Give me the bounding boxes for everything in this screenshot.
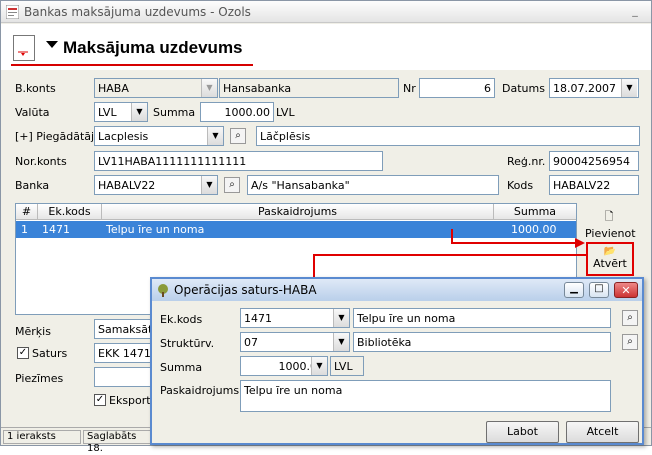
annotation-line (313, 254, 587, 256)
bkonts-label: B.konts (15, 82, 56, 95)
valuta-dropdown-icon[interactable]: ▼ (131, 103, 147, 121)
banka-field[interactable]: HABALV22 (94, 175, 218, 195)
kods-field[interactable]: HABALV22 (549, 175, 639, 195)
dlg-summa-dropdown-icon[interactable]: ▼ (311, 357, 327, 375)
bank-name-field: Hansabanka (219, 78, 399, 98)
piegadatajs-field[interactable]: Lacplesis (94, 126, 224, 146)
banka-dropdown-icon[interactable]: ▼ (201, 176, 217, 194)
regnr-label: Reģ.nr. (507, 155, 546, 168)
bkonts-field[interactable]: HABA (94, 78, 218, 98)
piegadatajs-name-field[interactable]: Lāčplēsis (256, 126, 640, 146)
saturs-label: Saturs (32, 347, 68, 360)
search-icon[interactable]: ⌕ (224, 177, 240, 193)
piezimes-label: Piezīmes (15, 372, 64, 385)
document-icon[interactable] (13, 35, 35, 61)
banka-name-field[interactable]: A/s "Hansabanka" (247, 175, 499, 195)
operation-dialog: Operācijas saturs-HABA ▁ □ ✕ Ek.kods 147… (150, 277, 644, 445)
labot-button[interactable]: Labot (486, 421, 559, 443)
save-status: Saglabāts 18. (83, 430, 153, 454)
dlg-ekkods-name-field[interactable]: Telpu īre un noma (353, 308, 611, 328)
piegadatajs-label[interactable]: [+] Piegādātājs (15, 130, 100, 143)
new-document-icon: 🗋 (604, 210, 614, 223)
dlg-struktur-name-field[interactable]: Bibliotēka (353, 332, 611, 352)
eksport-checkbox[interactable]: ✓ (94, 394, 106, 406)
kods-label: Kods (507, 179, 534, 192)
app-icon (6, 5, 19, 19)
title-underline (11, 64, 253, 66)
merkis-field[interactable]: Samaksāts (94, 319, 154, 339)
dlg-summa-currency: LVL (330, 356, 364, 376)
open-folder-icon: 📂 (603, 246, 617, 257)
pievienot-label: Pievienot (585, 227, 636, 240)
dialog-title-bar: Operācijas saturs-HABA ▁ □ ✕ (152, 279, 642, 301)
dlg-ekkods-dropdown-icon[interactable]: ▼ (333, 309, 349, 327)
datums-label: Datums (502, 82, 545, 95)
merkis-label: Mērķis (15, 325, 51, 338)
window-title: Bankas maksājuma uzdevums - Ozols (24, 5, 251, 19)
summa-currency: LVL (276, 106, 295, 119)
search-icon[interactable]: ⌕ (230, 128, 246, 144)
norkonts-field[interactable]: LV11HABA1111111111111 (94, 151, 383, 171)
row-ekkods: 1471 (42, 223, 70, 236)
dlg-paskaidrojums-label: Paskaidrojums (160, 384, 240, 397)
search-icon[interactable]: ⌕ (622, 334, 638, 350)
page-title: Maksājuma uzdevums (63, 38, 243, 57)
nr-field[interactable]: 6 (419, 78, 495, 98)
dialog-title: Operācijas saturs-HABA (174, 283, 317, 297)
annotation-line (451, 229, 453, 243)
search-icon[interactable]: ⌕ (622, 310, 638, 326)
piegadatajs-dropdown-icon[interactable]: ▼ (207, 127, 223, 145)
close-icon[interactable]: ✕ (614, 282, 638, 298)
dlg-summa-label: Summa (160, 361, 203, 374)
norkonts-label: Nor.konts (15, 155, 67, 168)
nr-label: Nr (403, 82, 416, 95)
banka-label: Banka (15, 179, 50, 192)
saturs-field[interactable]: EKK 1471 (94, 343, 154, 363)
table-row[interactable]: 1 1471 Telpu īre un noma 1000.00 (16, 221, 576, 238)
column-header[interactable]: Summa (494, 204, 576, 220)
bkonts-dropdown-icon[interactable]: ▼ (201, 79, 217, 97)
dlg-struktur-label: Struktūrv. (160, 337, 215, 350)
atcelt-button[interactable]: Atcelt (566, 421, 639, 443)
column-header[interactable]: Ek.kods (38, 204, 102, 220)
title-bar: Bankas maksājuma uzdevums - Ozols _ (1, 1, 651, 23)
valuta-label: Valūta (15, 106, 50, 119)
annotation-arrow-icon (575, 238, 585, 248)
atvert-button[interactable]: 📂 Atvērt (586, 242, 634, 276)
row-summa: 1000.00 (511, 223, 557, 236)
column-header[interactable]: # (16, 204, 38, 220)
piezimes-field[interactable] (94, 367, 154, 387)
saturs-checkbox[interactable]: ✓ (17, 347, 29, 359)
tree-icon (158, 284, 168, 297)
pievienot-button[interactable]: 🗋 Pievienot (585, 208, 636, 240)
record-count: 1 ieraksts (3, 430, 81, 444)
atvert-label: Atvērt (593, 257, 627, 270)
column-header[interactable]: Paskaidrojums (102, 204, 494, 220)
summa-field[interactable]: 1000.00 (200, 102, 274, 122)
row-paskaidrojums: Telpu īre un noma (106, 223, 205, 236)
datums-dropdown-icon[interactable]: ▼ (621, 79, 637, 97)
chevron-down-icon[interactable] (46, 41, 58, 48)
dlg-ekkods-label: Ek.kods (160, 313, 203, 326)
form-header: Maksājuma uzdevums (1, 24, 651, 70)
minimize-icon[interactable]: _ (625, 5, 645, 19)
minimize-icon[interactable]: ▁ (564, 282, 584, 298)
dlg-struktur-dropdown-icon[interactable]: ▼ (333, 333, 349, 351)
row-num: 1 (21, 223, 28, 236)
summa-label: Summa (153, 106, 196, 119)
regnr-field[interactable]: 90004256954 (549, 151, 639, 171)
maximize-icon[interactable]: □ (589, 282, 609, 298)
dlg-paskaidrojums-field[interactable]: Telpu īre un noma (240, 380, 611, 412)
annotation-line (451, 242, 579, 244)
